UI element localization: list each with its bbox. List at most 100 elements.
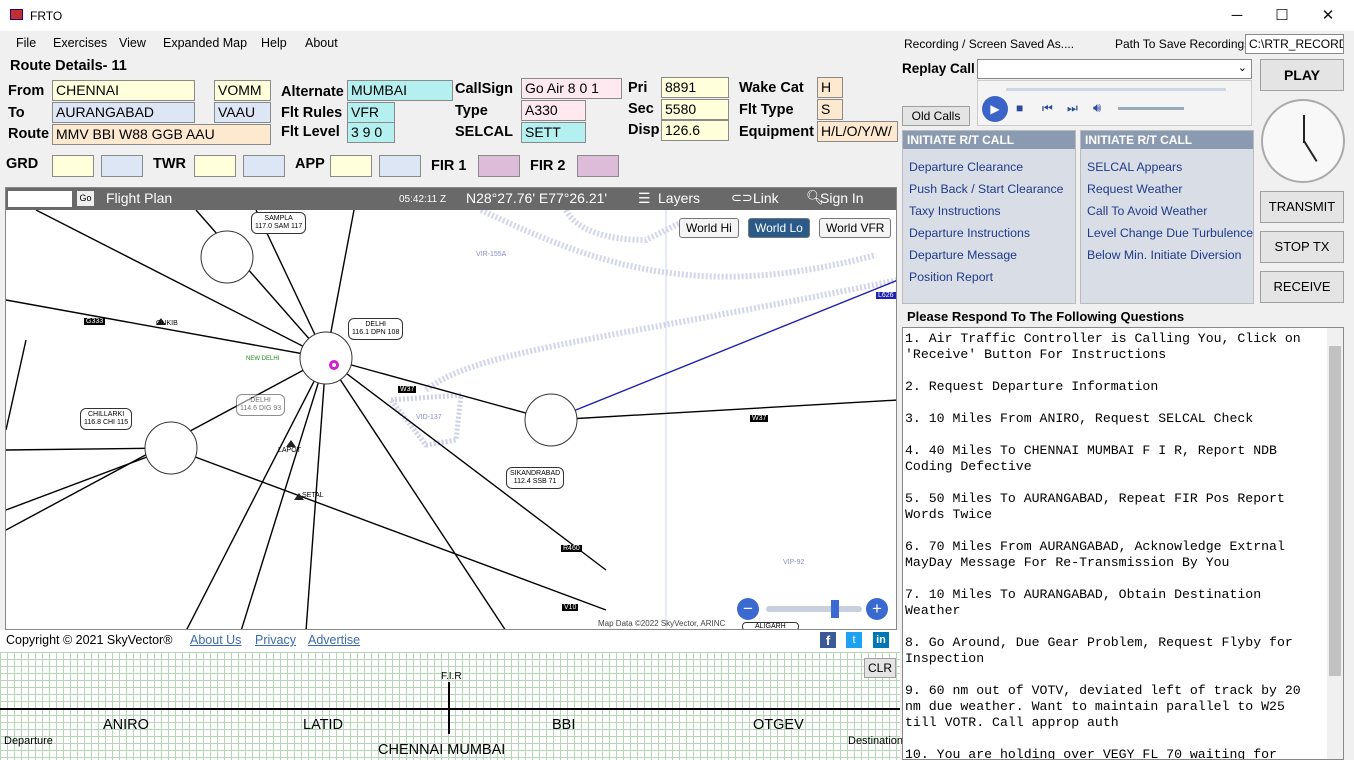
selcal-field[interactable]: SETT: [521, 122, 586, 143]
grd-field-2[interactable]: [101, 155, 143, 177]
flt-rules-field[interactable]: VFR: [347, 102, 395, 123]
question-item: 10. You are holding over VEGY FL 70 wait…: [905, 747, 1277, 760]
path-field[interactable]: C:\RTR_RECORDI: [1245, 34, 1344, 54]
minimize-button[interactable]: ─: [1214, 0, 1260, 31]
scrollbar-thumb[interactable]: [1329, 346, 1341, 676]
disp-field[interactable]: 126.6: [661, 120, 729, 141]
fir2-label: FIR 2: [530, 158, 566, 174]
zoom-slider-handle[interactable]: [831, 600, 839, 618]
facebook-icon[interactable]: f: [820, 632, 836, 648]
menu-exercises[interactable]: Exercises: [53, 36, 107, 50]
play-button[interactable]: PLAY: [1260, 59, 1344, 91]
copyright-text: Copyright © 2021 SkyVector®: [6, 633, 173, 647]
departure-clearance-link[interactable]: Departure Clearance: [909, 160, 1023, 174]
seek-bar[interactable]: [1006, 88, 1226, 91]
equipment-field[interactable]: H/L/O/Y/W/: [817, 121, 898, 142]
to-field[interactable]: AURANGABAD: [52, 102, 195, 123]
departure-instructions-link[interactable]: Departure Instructions: [909, 226, 1030, 240]
app-field-1[interactable]: [330, 155, 372, 177]
zoom-out-button[interactable]: −: [737, 598, 759, 620]
app-label: APP: [295, 156, 325, 172]
play-icon[interactable]: ▶: [982, 96, 1008, 122]
avoid-weather-link[interactable]: Call To Avoid Weather: [1087, 204, 1207, 218]
fir1-field[interactable]: [478, 155, 520, 177]
alternate-field[interactable]: MUMBAI: [347, 80, 453, 101]
questions-title: Please Respond To The Following Question…: [907, 309, 1185, 324]
advertise-link[interactable]: Advertise: [308, 633, 360, 647]
pri-field[interactable]: 8891: [661, 77, 729, 98]
map-search-input[interactable]: [8, 191, 72, 207]
zoom-in-button[interactable]: +: [866, 598, 888, 620]
menu-expanded-map[interactable]: Expanded Map: [163, 36, 247, 50]
sec-field[interactable]: 5580: [661, 99, 729, 120]
fir1-label: FIR 1: [431, 158, 467, 174]
grd-label: GRD: [6, 156, 39, 172]
layers-icon: ☰: [638, 190, 651, 206]
wake-cat-field[interactable]: H: [817, 77, 843, 98]
flight-plan-link[interactable]: Flight Plan: [106, 190, 172, 206]
push-back-link[interactable]: Push Back / Start Clearance: [909, 182, 1063, 196]
world-hi-button[interactable]: World Hi: [679, 218, 739, 238]
close-button[interactable]: ✕: [1305, 0, 1351, 31]
request-weather-link[interactable]: Request Weather: [1087, 182, 1182, 196]
stop-icon[interactable]: ■: [1016, 101, 1023, 115]
taxy-instructions-link[interactable]: Taxy Instructions: [909, 204, 1001, 218]
prev-icon[interactable]: ⏮︎: [1042, 101, 1053, 116]
about-us-link[interactable]: About Us: [190, 633, 241, 647]
twitter-icon[interactable]: t: [846, 632, 862, 648]
world-vfr-button[interactable]: World VFR: [819, 218, 892, 238]
grd-field-1[interactable]: [52, 155, 94, 177]
zoom-slider[interactable]: [766, 606, 862, 612]
level-change-link[interactable]: Level Change Due Turbulence: [1087, 226, 1253, 240]
flt-level-field[interactable]: 3 9 0: [347, 122, 395, 143]
maximize-button[interactable]: ☐: [1259, 0, 1305, 31]
twr-field-2[interactable]: [243, 155, 285, 177]
app-field-2[interactable]: [379, 155, 421, 177]
map-view[interactable]: Go Flight Plan 05:42:11 Z N28°27.76' E77…: [5, 187, 897, 630]
signin-button[interactable]: Sign In: [820, 190, 864, 206]
replay-call-dropdown[interactable]: ⌄: [977, 59, 1252, 79]
fir-boundary-line: [448, 682, 450, 734]
app-icon: [10, 9, 23, 20]
twr-field-1[interactable]: [194, 155, 236, 177]
departure-message-link[interactable]: Departure Message: [909, 248, 1017, 262]
map-fix-setal: SETAL: [302, 492, 324, 499]
scrollbar[interactable]: [1327, 328, 1343, 759]
from-label: From: [8, 83, 45, 99]
from-code-field[interactable]: VOMM: [214, 80, 271, 101]
world-lo-button[interactable]: World Lo: [748, 218, 810, 238]
to-code-field[interactable]: VAAU: [214, 102, 271, 123]
receive-button[interactable]: RECEIVE: [1260, 271, 1344, 303]
privacy-link[interactable]: Privacy: [255, 633, 296, 647]
menu-help[interactable]: Help: [261, 36, 287, 50]
link-button[interactable]: Link: [753, 190, 779, 206]
fir2-field[interactable]: [577, 155, 619, 177]
next-icon[interactable]: ⏭︎: [1067, 101, 1078, 116]
callsign-label: CallSign: [455, 81, 514, 97]
menu-file[interactable]: File: [16, 36, 36, 50]
replay-call-label: Replay Call: [902, 61, 975, 76]
stop-tx-button[interactable]: STOP TX: [1260, 231, 1344, 263]
question-item: 1. Air Traffic Controller is Calling You…: [905, 331, 1309, 362]
selcal-appears-link[interactable]: SELCAL Appears: [1087, 160, 1182, 174]
layers-button[interactable]: Layers: [658, 190, 700, 206]
initiate-diversion-link[interactable]: Below Min. Initiate Diversion: [1087, 248, 1241, 262]
old-calls-button[interactable]: Old Calls: [902, 106, 970, 126]
question-item: 7. 10 Miles To AURANGABAD, Obtain Destin…: [905, 587, 1270, 618]
volume-icon[interactable]: 🔊︎: [1093, 100, 1101, 116]
from-field[interactable]: CHENNAI: [52, 80, 195, 101]
route-field[interactable]: MMV BBI W88 GGB AAU: [52, 124, 271, 145]
type-label: Type: [455, 103, 488, 119]
type-field[interactable]: A330: [521, 100, 586, 121]
flt-type-field[interactable]: S: [817, 99, 843, 120]
menu-view[interactable]: View: [119, 36, 146, 50]
linkedin-icon[interactable]: in: [873, 632, 889, 648]
menu-about[interactable]: About: [305, 36, 338, 50]
questions-textbox[interactable]: 1. Air Traffic Controller is Calling You…: [902, 327, 1344, 760]
transmit-button[interactable]: TRANSMIT: [1260, 191, 1344, 223]
position-report-link[interactable]: Position Report: [909, 270, 993, 284]
go-button[interactable]: Go: [77, 191, 94, 206]
clear-button[interactable]: CLR: [864, 658, 896, 678]
volume-slider[interactable]: [1118, 107, 1184, 110]
callsign-field[interactable]: Go Air 8 0 1: [521, 78, 622, 99]
